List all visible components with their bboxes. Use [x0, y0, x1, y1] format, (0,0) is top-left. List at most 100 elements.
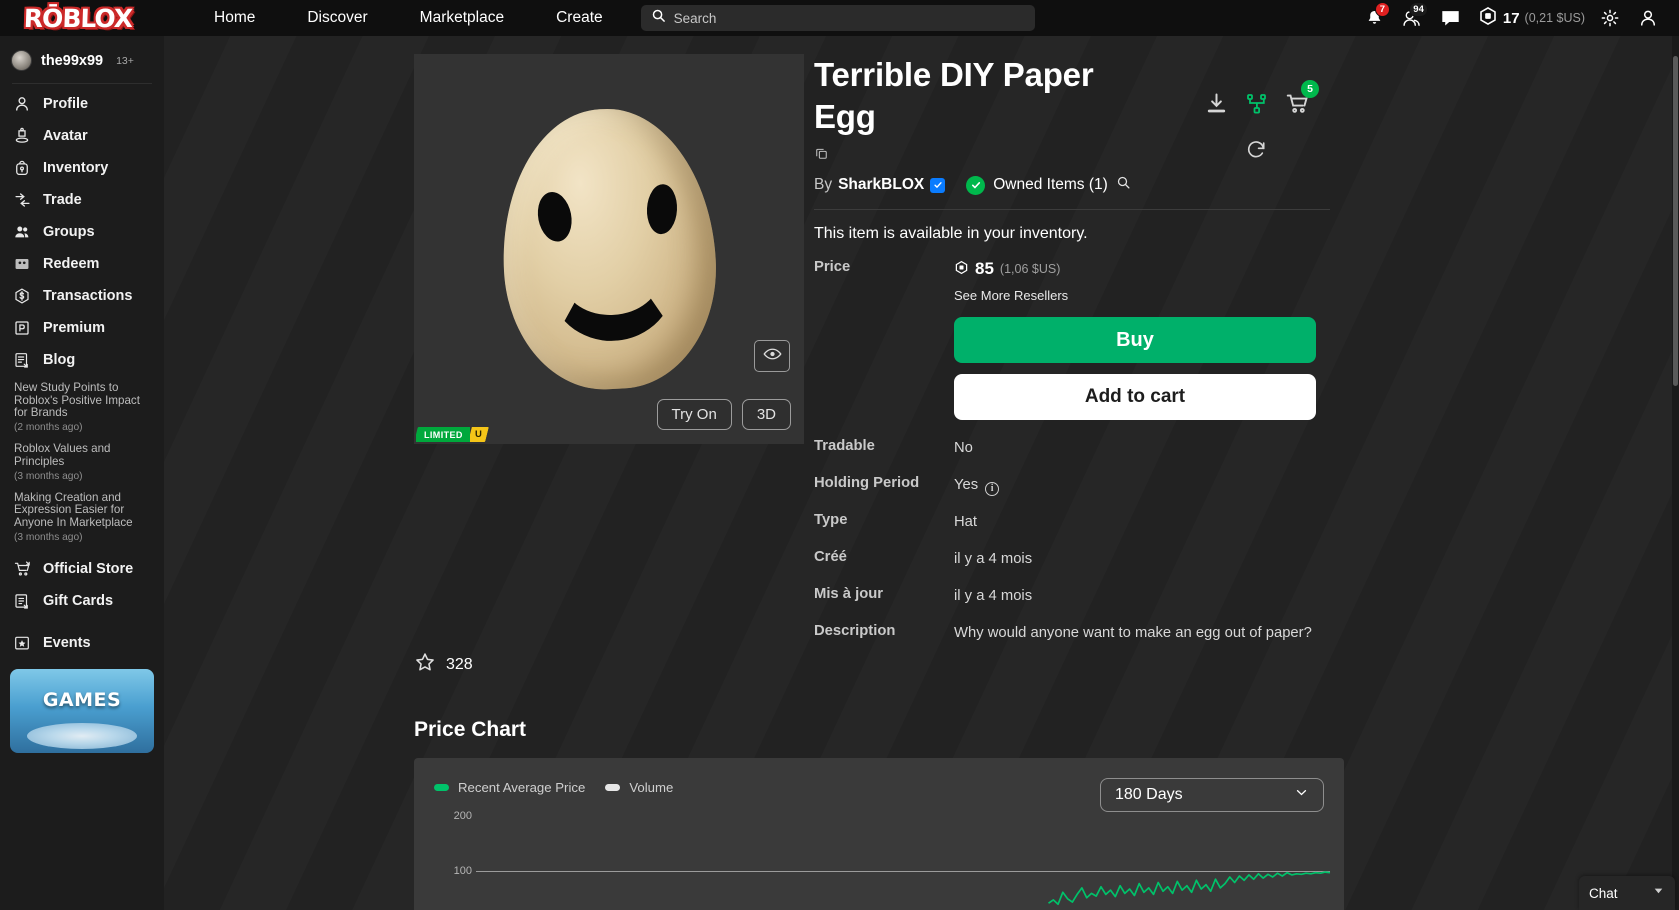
nav-link-discover[interactable]: Discover: [281, 9, 393, 27]
detail-row-type: Type Hat: [814, 512, 1330, 533]
detail-value: il y a 4 mois: [954, 588, 1033, 604]
robux-balance[interactable]: 17 (0,21 $US): [1478, 6, 1585, 31]
price-value-group: 85 (1,06 $US): [954, 259, 1060, 279]
sidebar-divider: [12, 83, 152, 84]
sidebar-item-blog[interactable]: Blog: [0, 344, 164, 376]
refresh-icon[interactable]: [1245, 138, 1267, 165]
nav-link-create[interactable]: Create: [530, 9, 629, 27]
detail-value: Why would anyone want to make an egg out…: [954, 625, 1312, 641]
copy-icon[interactable]: [814, 148, 829, 165]
top-navigation-bar: RŌBLOX Home Discover Marketplace Create …: [0, 0, 1679, 36]
detail-value: Hat: [954, 514, 978, 530]
roblox-logo[interactable]: RŌBLOX: [13, 3, 142, 33]
cart-icon-button[interactable]: 5: [1285, 80, 1319, 121]
by-label: By: [814, 176, 833, 193]
legend-item-volume[interactable]: Volume: [605, 780, 673, 795]
sidebar-item-gift-cards[interactable]: Gift Cards: [0, 585, 164, 617]
item-thumbnail[interactable]: Try On 3D LIMITED U: [414, 54, 804, 444]
thumbnail-action-buttons: Try On 3D: [656, 399, 791, 430]
promo-banner-disc: [27, 722, 137, 749]
detail-row-description: Description Why would anyone want to mak…: [814, 623, 1330, 644]
buy-button[interactable]: Buy: [954, 317, 1316, 363]
favorites-row[interactable]: 328: [414, 651, 473, 678]
nav-link-home[interactable]: Home: [188, 9, 281, 27]
item-details-table: Tradable No Holding Period Yes i Type Hat: [814, 438, 1330, 644]
creator-name[interactable]: SharkBLOX: [838, 176, 924, 194]
nav-right-icons: 7 94 17 (0,21 $US): [1356, 0, 1679, 36]
detail-key: Description: [814, 623, 896, 639]
page-scrollbar[interactable]: [1672, 36, 1679, 910]
egg-eye-left: [533, 189, 576, 245]
price-chart-icon[interactable]: [1245, 92, 1269, 121]
sidebar-item-label: Events: [43, 634, 91, 651]
sidebar-item-label: Transactions: [43, 288, 133, 304]
blog-post-date: (2 months ago): [14, 422, 83, 434]
sidebar-item-inventory[interactable]: Inventory: [0, 152, 164, 184]
legend-label: Volume: [629, 780, 674, 795]
view-3d-button[interactable]: 3D: [741, 399, 791, 430]
legend-swatch: [605, 784, 621, 791]
premium-icon: [12, 318, 32, 338]
chat-dock[interactable]: Chat: [1579, 876, 1675, 910]
sidebar-item-events[interactable]: Events: [0, 627, 164, 659]
blog-post-item[interactable]: Roblox Values and Principles (3 months a…: [0, 437, 164, 485]
try-on-button[interactable]: Try On: [656, 399, 732, 430]
promo-banner[interactable]: GAMES: [10, 668, 154, 753]
scrollbar-thumb[interactable]: [1673, 56, 1678, 386]
sidebar-item-avatar[interactable]: Avatar: [0, 120, 164, 152]
chevron-down-icon: [1294, 785, 1309, 805]
chart-range-select[interactable]: 180 Days: [1100, 778, 1324, 812]
sidebar-item-trade[interactable]: Trade: [0, 184, 164, 216]
promo-banner-text: GAMES: [42, 688, 122, 711]
sidebar-item-transactions[interactable]: Transactions: [0, 280, 164, 312]
blog-post-title: Making Creation and Expression Easier fo…: [14, 490, 133, 529]
settings-gear-button[interactable]: [1591, 0, 1629, 36]
avatar-icon: [12, 126, 32, 146]
owned-search-icon[interactable]: [1116, 175, 1131, 195]
notifications-badge: 7: [1374, 2, 1390, 17]
legend-swatch: [434, 784, 449, 791]
search-input[interactable]: [673, 10, 1025, 26]
notifications-button[interactable]: 7: [1356, 0, 1394, 36]
info-icon[interactable]: i: [985, 481, 1000, 496]
search-bar[interactable]: [640, 5, 1035, 31]
backpack-icon: [12, 158, 32, 178]
sidebar-item-label: Profile: [43, 96, 89, 112]
star-icon[interactable]: [414, 651, 436, 678]
nav-link-marketplace[interactable]: Marketplace: [394, 9, 530, 27]
blog-post-title: New Study Points to Roblox's Positive Im…: [14, 381, 140, 420]
price-chart-title: Price Chart: [414, 718, 527, 741]
egg-eye-right: [645, 183, 679, 235]
price-label: Price: [814, 259, 851, 275]
legend-item-recent-average-price[interactable]: Recent Average Price: [434, 780, 585, 795]
owned-items-chip[interactable]: Owned Items (1): [966, 175, 1131, 195]
sidebar-item-official-store[interactable]: Official Store: [0, 553, 164, 585]
sidebar-item-redeem[interactable]: Redeem: [0, 248, 164, 280]
sidebar-item-premium[interactable]: Premium: [0, 312, 164, 344]
limited-badge-u: U: [467, 427, 489, 442]
detail-row-tradable: Tradable No: [814, 438, 1330, 459]
detail-key: Mis à jour: [814, 586, 884, 602]
chevron-down-icon[interactable]: [1652, 884, 1665, 902]
download-icon[interactable]: [1204, 91, 1229, 121]
sidebar-user[interactable]: the99x99 13+: [0, 44, 164, 77]
detail-row-created: Créé il y a 4 mois: [814, 549, 1330, 570]
see-more-resellers-link[interactable]: See More Resellers: [954, 288, 1330, 303]
account-button[interactable]: [1629, 0, 1667, 36]
chat-button[interactable]: [1432, 0, 1470, 36]
sidebar-item-groups[interactable]: Groups: [0, 216, 164, 248]
friends-button[interactable]: 94: [1394, 0, 1432, 36]
chart-range-value: 180 Days: [1115, 786, 1183, 803]
blog-post-item[interactable]: Making Creation and Expression Easier fo…: [0, 486, 164, 547]
robux-price-icon: [954, 260, 969, 279]
preview-toggle-button[interactable]: [754, 340, 790, 372]
age-rating-tag: 13+: [116, 54, 134, 67]
egg-mouth: [548, 265, 678, 345]
blog-post-item[interactable]: New Study Points to Roblox's Positive Im…: [0, 376, 164, 437]
sidebar-item-profile[interactable]: Profile: [0, 88, 164, 120]
legend-label: Recent Average Price: [458, 780, 586, 795]
sidebar-item-label: Gift Cards: [43, 592, 114, 609]
price-amount: 85: [975, 259, 994, 278]
add-to-cart-button[interactable]: Add to cart: [954, 374, 1316, 420]
page-title: Terrible DIY Paper Egg: [814, 56, 1094, 135]
